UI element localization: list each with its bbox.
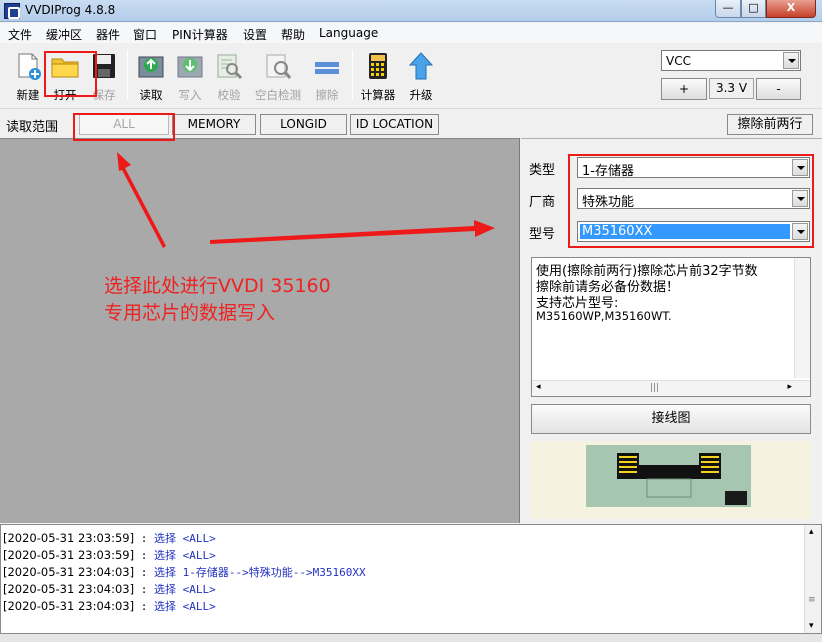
scroll-down-icon[interactable]: ▾ xyxy=(809,621,814,631)
voltage-plus-button[interactable]: + xyxy=(661,78,707,100)
annotation-text: 选择此处进行VVDI 35160 专用芯片的数据写入 xyxy=(104,273,331,327)
chip-board-icon xyxy=(586,445,751,507)
annotation-highlight-all xyxy=(73,113,175,141)
voltage-minus-button[interactable]: - xyxy=(756,78,801,100)
chip-wiring-image xyxy=(531,441,811,519)
menu-buffer[interactable]: 缓冲区 xyxy=(46,26,82,43)
blank-check-label: 空白检测 xyxy=(255,88,301,102)
upgrade-button[interactable]: 升级 xyxy=(403,49,439,102)
verify-magnifier-icon xyxy=(217,54,243,80)
scroll-left-icon[interactable]: ◂ xyxy=(536,382,541,392)
app-logo-icon xyxy=(4,3,20,19)
read-button[interactable]: 读取 xyxy=(133,49,169,102)
menu-device[interactable]: 器件 xyxy=(96,26,120,43)
menu-file[interactable]: 文件 xyxy=(8,26,32,43)
log-message: 选择 1-存储器-->特殊功能-->M35160XX xyxy=(154,566,366,579)
vcc-select[interactable]: VCC xyxy=(661,50,801,71)
annotation-highlight-chip-select xyxy=(568,154,814,248)
chevron-down-icon[interactable] xyxy=(783,52,799,69)
menu-pin-calculator[interactable]: PIN计算器 xyxy=(172,26,228,43)
annotation-line: 选择此处进行VVDI 35160 xyxy=(104,275,331,297)
upgrade-label: 升级 xyxy=(409,88,433,102)
log-message: 选择 <ALL> xyxy=(154,600,216,613)
log-entry: [2020-05-31 23:04:03] : 选择 <ALL> xyxy=(3,599,216,613)
read-range-label: 读取范围 xyxy=(6,120,59,135)
annotation-highlight-open xyxy=(44,51,97,97)
chip-description-box: 使用(擦除前两行)擦除芯片前32字节数 擦除前请务必备份数据！ 支持芯片型号: … xyxy=(531,257,811,397)
menu-settings[interactable]: 设置 xyxy=(243,26,267,43)
menu-help[interactable]: 帮助 xyxy=(281,26,305,43)
log-panel: [2020-05-31 23:03:59] : 选择 <ALL> [2020-0… xyxy=(0,524,822,634)
description-line: M35160WP,M35160WT. xyxy=(536,309,672,323)
annotation-line: 专用芯片的数据写入 xyxy=(104,302,276,324)
scroll-up-icon[interactable]: ▴ xyxy=(809,527,814,537)
log-entry: [2020-05-31 23:04:03] : 选择 <ALL> xyxy=(3,582,216,596)
voltage-display: 3.3 V xyxy=(709,78,754,99)
model-label: 型号 xyxy=(529,227,556,242)
write-chip-icon xyxy=(177,56,203,78)
log-message: 选择 <ALL> xyxy=(154,549,216,562)
menu-language[interactable]: Language xyxy=(319,26,378,40)
log-entry: [2020-05-31 23:03:59] : 选择 <ALL> xyxy=(3,531,216,545)
calculator-label: 计算器 xyxy=(360,88,396,102)
wiring-diagram-button[interactable]: 接线图 xyxy=(531,404,811,434)
erase-label: 擦除 xyxy=(315,88,339,102)
range-id-location-button[interactable]: ID LOCATION xyxy=(350,114,439,135)
log-message: 选择 <ALL> xyxy=(154,583,216,596)
description-horizontal-scrollbar[interactable]: ◂ ||| ▸ xyxy=(532,380,810,396)
vcc-select-value: VCC xyxy=(666,54,691,68)
blank-check-icon xyxy=(266,54,292,79)
scroll-thumb-grip-icon[interactable]: ≡ xyxy=(808,595,816,605)
status-bar xyxy=(0,634,822,642)
blank-check-button[interactable]: 空白检测 xyxy=(255,49,301,102)
read-chip-icon xyxy=(138,56,164,78)
log-timestamp: [2020-05-31 23:03:59] xyxy=(3,531,135,545)
menu-bar: 文件 缓冲区 器件 窗口 PIN计算器 设置 帮助 Language xyxy=(0,23,822,43)
range-longid-button[interactable]: LONGID xyxy=(260,114,347,135)
erase-button[interactable]: 擦除 xyxy=(309,49,345,102)
range-memory-button[interactable]: MEMORY xyxy=(172,114,256,135)
scroll-right-icon[interactable]: ▸ xyxy=(787,382,792,392)
log-timestamp: [2020-05-31 23:04:03] xyxy=(3,565,135,579)
log-timestamp: [2020-05-31 23:04:03] xyxy=(3,582,135,596)
erase-first-two-rows-button[interactable]: 擦除前两行 xyxy=(727,114,813,135)
menu-window[interactable]: 窗口 xyxy=(133,26,157,43)
upgrade-arrow-icon xyxy=(408,52,434,80)
buffer-area xyxy=(0,138,520,523)
log-entry: [2020-05-31 23:04:03] : 选择 1-存储器-->特殊功能-… xyxy=(3,565,366,579)
log-timestamp: [2020-05-31 23:04:03] xyxy=(3,599,135,613)
title-bar: VVDIProg 4.8.8 — □ X xyxy=(0,0,822,22)
maximize-button[interactable]: □ xyxy=(741,0,766,18)
eraser-icon xyxy=(315,62,339,74)
log-vertical-scrollbar[interactable]: ▴ ≡ ▾ xyxy=(804,525,821,633)
description-vertical-scrollbar[interactable] xyxy=(794,258,810,378)
toolbar: 新建 打开 保存 读取 写入 校验 空白检测 擦除 计算器 升级 VCC + 3… xyxy=(0,44,822,106)
type-label: 类型 xyxy=(529,163,556,178)
log-timestamp: [2020-05-31 23:03:59] xyxy=(3,548,135,562)
new-file-icon xyxy=(18,53,41,80)
log-message: 选择 <ALL> xyxy=(154,532,216,545)
calculator-icon xyxy=(369,53,387,79)
toolbar-separator xyxy=(352,50,353,100)
write-button[interactable]: 写入 xyxy=(172,49,208,102)
scroll-thumb-grip-icon[interactable]: ||| xyxy=(650,383,659,393)
verify-button[interactable]: 校验 xyxy=(211,49,247,102)
log-entry: [2020-05-31 23:03:59] : 选择 <ALL> xyxy=(3,548,216,562)
minimize-button[interactable]: — xyxy=(715,0,741,18)
close-button[interactable]: X xyxy=(766,0,816,18)
window-title: VVDIProg 4.8.8 xyxy=(25,3,116,17)
calculator-button[interactable]: 计算器 xyxy=(360,49,396,102)
vendor-label: 厂商 xyxy=(529,195,556,210)
